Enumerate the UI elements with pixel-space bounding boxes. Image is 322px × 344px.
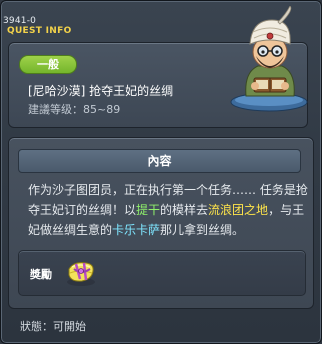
window-title: QUEST INFO — [7, 26, 72, 36]
status-value: 可開始 — [53, 320, 86, 333]
reward-label: 獎勵 — [30, 268, 52, 281]
reward-box — [18, 250, 306, 296]
quest-level: 建議等级：85~89 — [28, 103, 121, 116]
status-label: 狀態 — [20, 320, 42, 333]
highlight-npc-target: 卡乐卡萨 — [112, 223, 161, 237]
category-badge: 一般 — [19, 55, 77, 74]
highlight-npc-disguise: 提干 — [136, 203, 161, 217]
quest-description: 作为沙子图团员，正在执行第一个任务…… 任务是抢夺王妃订的丝绸！以提干的模样去流… — [28, 183, 308, 237]
quest-id: 3941-0 — [3, 16, 37, 26]
quest-name: [尼哈沙漠] 抢夺王妃的丝绸 — [28, 84, 174, 98]
content-section-header: 內容 — [18, 149, 301, 173]
npc-portrait — [230, 6, 308, 112]
level-range: 85~89 — [83, 103, 121, 116]
quest-status: 狀態：可開始 — [20, 320, 86, 333]
level-label: 建議等级 — [28, 103, 72, 116]
highlight-location: 流浪团之地 — [208, 203, 269, 217]
silk-bundle-icon[interactable] — [64, 255, 98, 289]
